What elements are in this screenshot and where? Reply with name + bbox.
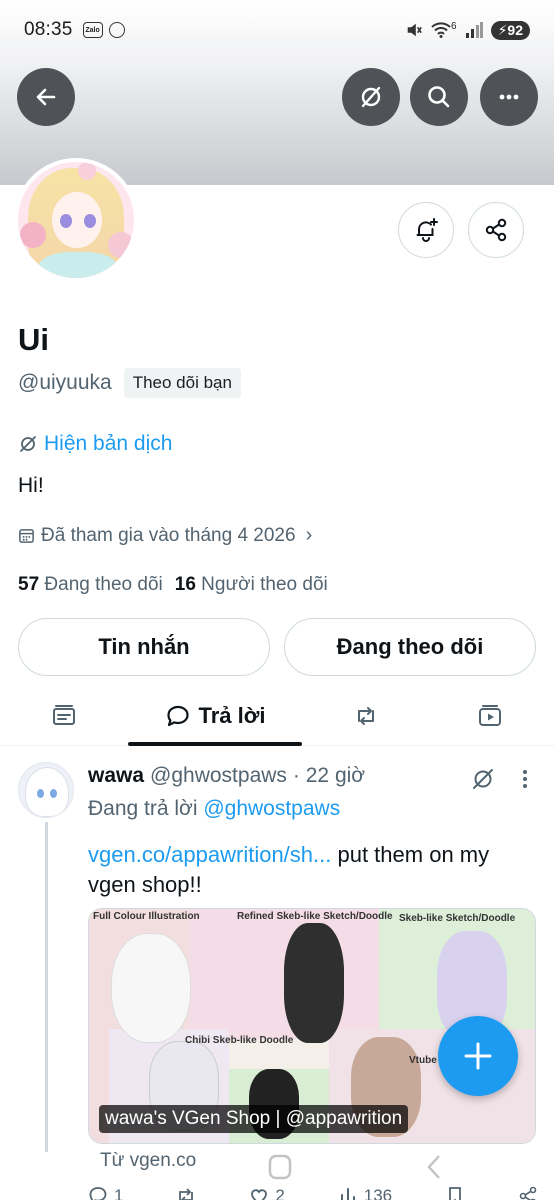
message-button[interactable]: Tin nhắn (18, 618, 270, 676)
link-card-source: Từ vgen.co (100, 1150, 197, 1171)
tweet-author-name[interactable]: wawa (88, 764, 144, 788)
more-vertical-icon[interactable] (516, 768, 534, 790)
battery-level: 92 (507, 21, 523, 38)
status-bar: 08:35 Zalo 6 ⚡92 (0, 0, 554, 60)
repost-icon (358, 707, 374, 725)
heart-icon (251, 1189, 268, 1200)
view-count: 136 (363, 1186, 393, 1200)
more-horizontal-icon (499, 94, 519, 100)
tweet-link[interactable]: vgen.co/appawrition/sh... (88, 842, 331, 867)
translate-icon (20, 436, 36, 452)
joined-label: Đã tham gia vào tháng 4 2026 (41, 524, 296, 546)
art-label: Vtube (409, 1055, 437, 1066)
profile-avatar[interactable] (14, 158, 138, 282)
translate-label: Hiện bản dịch (44, 432, 173, 455)
like-count: 2 (275, 1186, 285, 1200)
followers-label: Người theo dõi (201, 574, 328, 595)
followers-count: 16 (174, 574, 196, 595)
following-label: Đang theo dõi (44, 574, 163, 595)
share-button[interactable] (468, 202, 524, 258)
show-translation-link[interactable]: Hiện bản dịch (18, 432, 172, 456)
translate-header-button[interactable] (342, 68, 400, 126)
back-nav-icon (427, 1155, 440, 1179)
calendar-icon (19, 529, 34, 543)
replying-to: Đang trả lời @ghwostpaws (88, 797, 340, 821)
chevron-right-icon: › (305, 524, 313, 546)
translate-icon (361, 86, 381, 108)
share-icon (519, 1186, 537, 1200)
home-nav-icon (268, 1154, 292, 1180)
plus-icon (464, 1042, 492, 1070)
thread-line (45, 822, 48, 1152)
profile-bio: Hi! (18, 474, 44, 497)
tweet-time: · 22 giờ (292, 764, 366, 787)
bell-plus-icon (416, 218, 438, 242)
art-label: Chibi Skeb-like Doodle (185, 1035, 294, 1046)
battery-indicator: ⚡92 (490, 20, 530, 40)
tab-posts[interactable] (24, 686, 104, 746)
following-count: 57 (18, 574, 40, 595)
reply-icon (89, 1187, 107, 1200)
following-button[interactable]: Đang theo dõi (284, 618, 536, 676)
follows-you-badge: Theo dõi bạn (123, 368, 241, 398)
active-tab-indicator (128, 742, 302, 746)
alarm-icon (108, 22, 125, 38)
more-options-button[interactable] (480, 68, 538, 126)
art-label: Refined Skeb-like Sketch/Doodle (237, 911, 393, 922)
repost-icon (179, 1188, 194, 1200)
signal-icon (465, 22, 483, 38)
signal-label: 6 (451, 20, 457, 32)
search-icon (428, 86, 450, 108)
repost-action[interactable] (176, 1186, 196, 1200)
mute-icon (407, 23, 422, 37)
link-card-title: wawa's VGen Shop | @appawrition (99, 1105, 409, 1133)
bookmark-action[interactable] (445, 1186, 465, 1200)
tab-replies-label: Trả lời (198, 703, 266, 728)
tab-media[interactable] (450, 686, 530, 746)
tweet-header: wawa @ghwostpaws · 22 giờ (88, 764, 365, 788)
profile-name: Ui (18, 322, 49, 357)
wifi-icon (431, 22, 451, 38)
video-icon (479, 705, 501, 726)
followers-stat[interactable]: 16 Người theo dõi (175, 574, 328, 596)
reply-bubble-icon (166, 705, 189, 727)
tweet-avatar[interactable] (18, 762, 74, 818)
reply-action[interactable]: 1 (88, 1186, 123, 1200)
tweet-actions: 1 2 136 (88, 1186, 538, 1200)
profile-tabs: Trả lời (0, 686, 554, 746)
replying-to-handle[interactable]: @ghwostpaws (203, 797, 340, 820)
joined-date[interactable]: Đã tham gia vào tháng 4 2026 › (18, 524, 312, 547)
replying-prefix: Đang trả lời (88, 797, 198, 820)
back-button[interactable] (17, 68, 75, 126)
following-stat[interactable]: 57 Đang theo dõi (18, 574, 163, 596)
arrow-left-icon (36, 88, 56, 106)
translate-icon[interactable] (470, 766, 496, 792)
character-art (284, 923, 344, 1043)
bar-chart-icon (340, 1188, 355, 1200)
views-action[interactable]: 136 (338, 1186, 392, 1200)
compose-button[interactable] (438, 1016, 518, 1096)
search-button[interactable] (410, 68, 468, 126)
tweet-text: vgen.co/appawrition/sh... put them on my… (88, 840, 528, 900)
tweet-author-handle[interactable]: @ghwostpaws (150, 764, 287, 788)
art-label: Full Colour Illustration (93, 911, 200, 922)
character-art (111, 933, 191, 1043)
zalo-icon: Zalo (82, 22, 103, 38)
follow-stats: 57 Đang theo dõi 16 Người theo dõi (18, 574, 328, 596)
reply-count: 1 (114, 1186, 124, 1200)
posts-icon (53, 705, 75, 725)
like-action[interactable]: 2 (249, 1186, 285, 1200)
status-time: 08:35 (24, 19, 73, 40)
tab-replies[interactable]: Trả lời (128, 686, 302, 746)
share-action[interactable] (518, 1186, 538, 1200)
share-icon (485, 218, 507, 242)
profile-handle: @uiyuuka (18, 371, 112, 394)
bookmark-icon (449, 1187, 461, 1200)
notifications-button[interactable] (398, 202, 454, 258)
tab-reposts[interactable] (326, 686, 406, 746)
art-label: Skeb-like Sketch/Doodle (399, 913, 516, 924)
